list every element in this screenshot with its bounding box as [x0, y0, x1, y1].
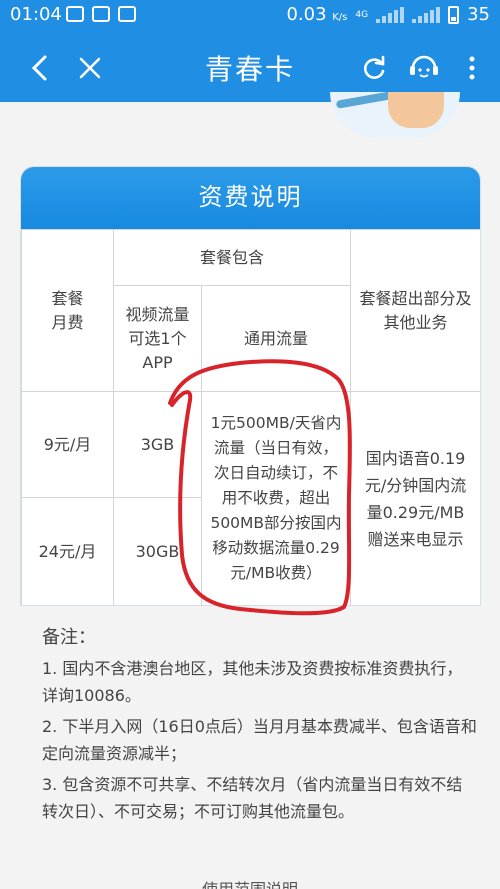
more-vertical-icon[interactable]	[456, 52, 488, 84]
status-right: 0.03 K/s 4G 35	[286, 4, 490, 25]
note-item: 3. 包含资源不可共享、不结转次月（省内流量当日有效不结转次日）、不可交易；不可…	[42, 775, 463, 821]
note-item: 2. 下半月入网（16日0点后）当月月基本费减半、包含语音和定向流量资源减半；	[42, 717, 477, 763]
signal-icon-2	[412, 6, 441, 23]
status-time: 01:04	[10, 4, 62, 25]
tariff-card: 资费说明 套餐月费 套餐包含 套餐超出部分及其他业务 视频流量可选1个APP 通…	[20, 166, 481, 606]
tariff-table: 套餐月费 套餐包含 套餐超出部分及其他业务 视频流量可选1个APP 通用流量 9…	[21, 229, 480, 605]
row-video-30gb: 30GB	[113, 497, 202, 605]
battery-level: 35	[467, 4, 490, 25]
header-video-traffic: 视频流量可选1个APP	[113, 285, 202, 392]
bell-icon	[92, 6, 110, 22]
refresh-icon[interactable]	[358, 52, 390, 84]
header-overage: 套餐超出部分及其他业务	[350, 229, 480, 392]
tariff-title: 资费说明	[21, 167, 480, 229]
header-general-traffic: 通用流量	[200, 285, 352, 392]
header-monthly-fee: 套餐月费	[21, 229, 114, 392]
image-icon	[118, 6, 136, 22]
notes-section: 备注： 1. 国内不含港澳台地区，其他未涉及资费按标准资费执行，详询10086。…	[42, 624, 478, 829]
notes-title: 备注：	[42, 627, 96, 648]
header: 01:04 0.03 K/s 4G 35 青春卡	[0, 0, 500, 102]
message-icon	[66, 6, 84, 22]
note-item: 1. 国内不含港澳台地区，其他未涉及资费按标准资费执行，详询10086。	[42, 659, 463, 705]
network-speed: 0.03 K/s	[286, 4, 348, 25]
signal-icon	[376, 6, 405, 23]
status-bar: 01:04 0.03 K/s 4G 35	[0, 0, 500, 30]
network-type: 4G	[355, 9, 369, 20]
banner-illustration	[330, 92, 460, 138]
customer-service-icon[interactable]	[408, 52, 440, 84]
overage-value: 国内语音0.19元/分钟国内流量0.29元/MB赠送来电显示	[350, 391, 480, 605]
general-traffic-value: 1元500MB/天省内流量（当日有效，次日自动续订，不用不收费，超出500MB部…	[200, 391, 352, 605]
notification-icons	[66, 6, 136, 22]
usage-scope-heading: 使用范围说明	[0, 876, 500, 889]
battery-icon	[448, 5, 460, 24]
row-video-3gb: 3GB	[113, 391, 202, 498]
header-package-includes: 套餐包含	[112, 229, 352, 286]
row-fee-24: 24元/月	[21, 497, 114, 605]
row-fee-9: 9元/月	[21, 391, 114, 498]
